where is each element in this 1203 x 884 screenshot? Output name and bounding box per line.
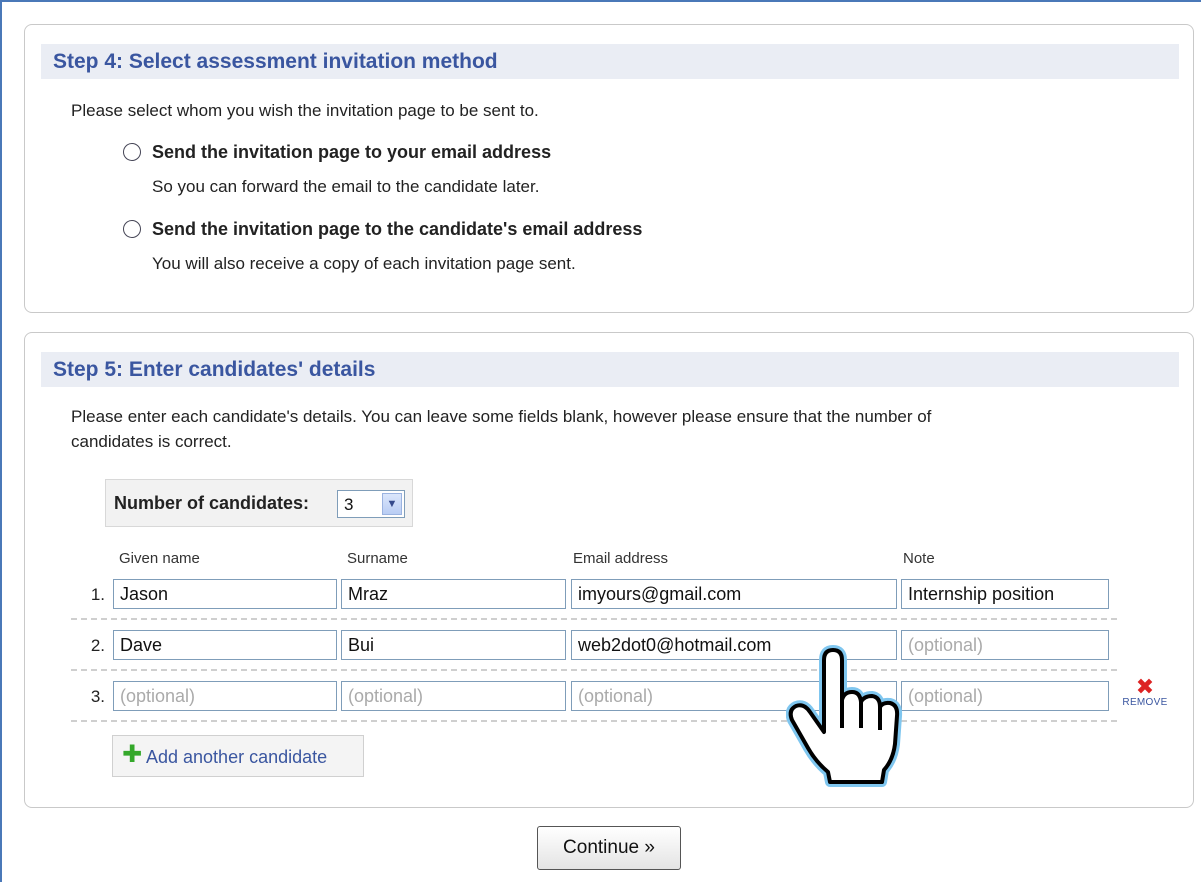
- step4-panel: Step 4: Select assessment invitation met…: [24, 24, 1194, 313]
- radio-own-email-label[interactable]: Send the invitation page to your email a…: [152, 142, 551, 163]
- column-email: Email address: [573, 550, 669, 567]
- row3-given-name-input[interactable]: (optional): [113, 681, 337, 711]
- radio-own-email[interactable]: [123, 143, 141, 161]
- row3-note-input[interactable]: (optional): [901, 681, 1109, 711]
- row1-surname-input[interactable]: Mraz: [341, 579, 566, 609]
- remove-label[interactable]: REMOVE: [1115, 697, 1175, 708]
- row2-surname-input[interactable]: Bui: [341, 630, 566, 660]
- row-separator: [71, 618, 1117, 620]
- row1-email-input[interactable]: imyours@gmail.com: [571, 579, 897, 609]
- row-separator: [71, 720, 1117, 722]
- row-separator: [71, 669, 1117, 671]
- candidate-count-label: Number of candidates:: [114, 493, 310, 513]
- hand-pointer-icon: [786, 645, 903, 787]
- chevron-down-icon[interactable]: ▼: [382, 493, 402, 515]
- candidate-count-value: 3: [344, 495, 354, 514]
- step5-instruction-line1: Please enter each candidate's details. Y…: [71, 407, 932, 426]
- radio-own-email-sublabel: So you can forward the email to the cand…: [152, 177, 540, 196]
- row2-note-input[interactable]: (optional): [901, 630, 1109, 660]
- step5-instruction-line2: candidates is correct.: [71, 432, 232, 451]
- step5-panel: Step 5: Enter candidates' details Please…: [24, 332, 1194, 808]
- row1-note-input[interactable]: Internship position: [901, 579, 1109, 609]
- row-number: 3.: [90, 687, 105, 706]
- column-given-name: Given name: [119, 550, 200, 567]
- plus-icon[interactable]: ✚: [122, 743, 142, 767]
- candidate-count-select[interactable]: 3 ▼: [337, 490, 405, 518]
- step4-title: Step 4: Select assessment invitation met…: [41, 44, 1179, 79]
- step5-title: Step 5: Enter candidates' details: [41, 352, 1179, 387]
- add-candidate-button[interactable]: ✚ Add another candidate: [112, 735, 364, 777]
- row3-surname-input[interactable]: (optional): [341, 681, 566, 711]
- row3-remove-button[interactable]: ✖ REMOVE: [1115, 676, 1175, 709]
- radio-candidate-email-sublabel: You will also receive a copy of each inv…: [152, 254, 576, 273]
- step4-instruction: Please select whom you wish the invitati…: [71, 101, 539, 120]
- column-surname: Surname: [347, 550, 408, 567]
- column-note: Note: [903, 550, 935, 567]
- radio-candidate-email-label[interactable]: Send the invitation page to the candidat…: [152, 219, 642, 240]
- add-candidate-label[interactable]: Add another candidate: [146, 747, 327, 768]
- row2-given-name-input[interactable]: Dave: [113, 630, 337, 660]
- close-x-icon[interactable]: ✖: [1115, 676, 1175, 698]
- row1-given-name-input[interactable]: Jason: [113, 579, 337, 609]
- row-number: 2.: [90, 636, 105, 655]
- row-number: 1.: [90, 585, 105, 604]
- radio-candidate-email[interactable]: [123, 220, 141, 238]
- candidate-count-box: Number of candidates: 3 ▼: [105, 479, 413, 527]
- continue-button[interactable]: Continue »: [537, 826, 681, 870]
